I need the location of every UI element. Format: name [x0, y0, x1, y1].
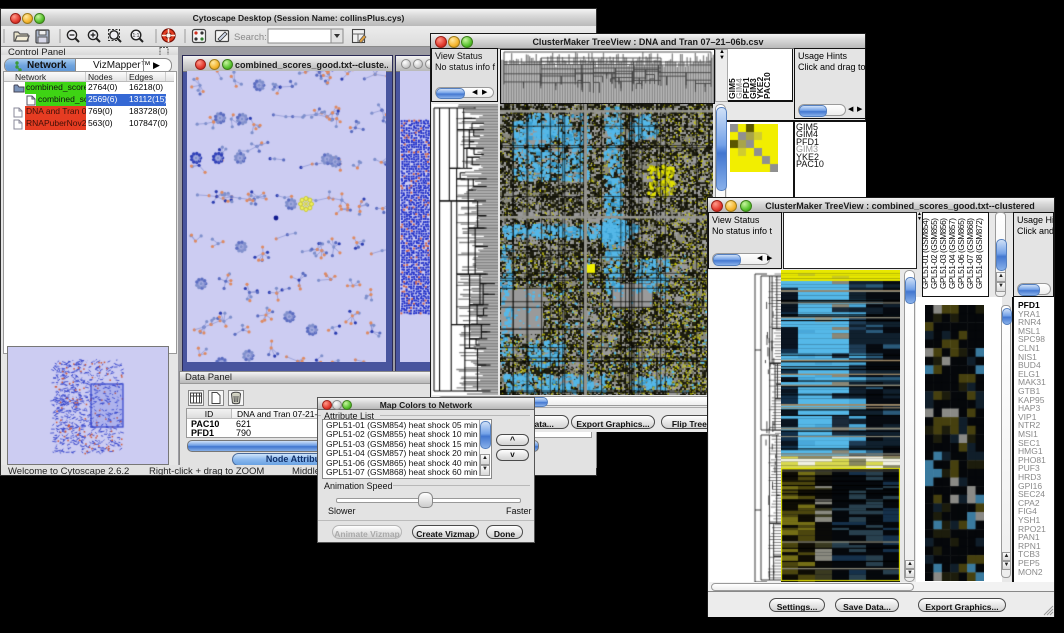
svg-text:Search:: Search:: [234, 32, 267, 43]
svg-text:1:1: 1:1: [133, 33, 140, 39]
